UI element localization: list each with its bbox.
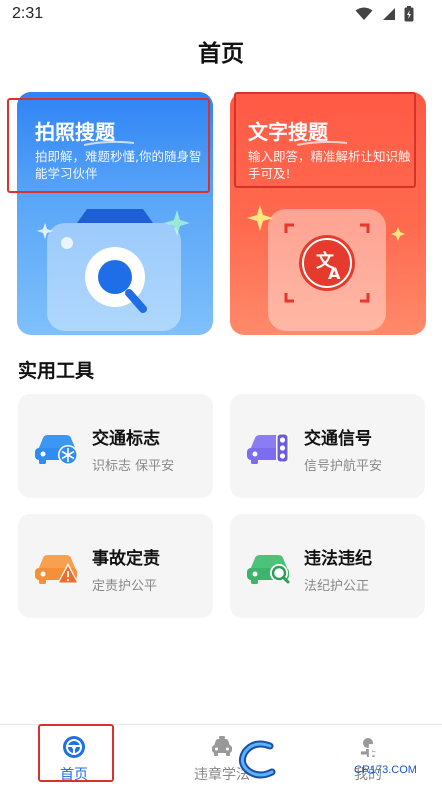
translate-search-icon: 文 A [247, 205, 405, 331]
signal-icon [383, 8, 395, 20]
status-icons [355, 6, 414, 22]
tools-section-title: 实用工具 [18, 360, 95, 382]
tab-label: 首页 [60, 767, 88, 783]
tool-sub: 定责护公平 [92, 579, 158, 594]
car-warning-icon [35, 555, 79, 584]
watermark-logo: 西西软件园 CR173.COM [236, 736, 436, 780]
tool-traffic-signs[interactable]: 交通标志 识标志 保平安 [18, 394, 213, 498]
car-traffic-light-icon [247, 433, 289, 464]
car-search-icon [247, 555, 290, 584]
text-search-card[interactable]: 文字搜题 输入即答，精准解析让知识触手可及! 文 A [230, 92, 426, 335]
camera-search-icon [37, 209, 190, 331]
tool-sub: 识标志 保平安 [92, 459, 175, 474]
title-swoosh-decoration [83, 140, 135, 146]
watermark-url: CR173.COM [354, 764, 417, 776]
svg-text:A: A [328, 264, 341, 283]
photo-search-card[interactable]: 拍照搜题 拍即解，难题秒懂,你的随身智能学习伙伴 [17, 92, 213, 335]
page-title: 首页 [198, 41, 244, 67]
tool-accident-liability[interactable]: 事故定责 定责护公平 [18, 514, 213, 618]
tab-home[interactable]: 首页 [24, 725, 124, 786]
title-swoosh-decoration [296, 140, 348, 146]
car-icon [212, 736, 232, 756]
tool-name: 事故定责 [92, 549, 160, 569]
car-snowflake-icon [35, 435, 78, 465]
tool-name: 交通标志 [92, 429, 160, 449]
tool-sub: 法纪护公正 [304, 579, 370, 594]
status-bar: 2:31 [0, 0, 442, 30]
tool-name: 交通信号 [304, 429, 372, 449]
status-time: 2:31 [12, 5, 44, 22]
text-search-desc: 输入即答，精准解析让知识触手可及! [248, 149, 411, 181]
battery-icon [404, 6, 414, 22]
tool-violations[interactable]: 违法违纪 法纪护公正 [230, 514, 425, 618]
tool-name: 违法违纪 [304, 549, 372, 569]
wifi-icon [355, 7, 373, 20]
tool-traffic-signals[interactable]: 交通信号 信号护航平安 [230, 394, 425, 498]
steering-wheel-icon [63, 736, 85, 758]
tool-sub: 信号护航平安 [304, 459, 383, 474]
photo-search-desc: 拍即解，难题秒懂,你的随身智能学习伙伴 [35, 149, 202, 181]
